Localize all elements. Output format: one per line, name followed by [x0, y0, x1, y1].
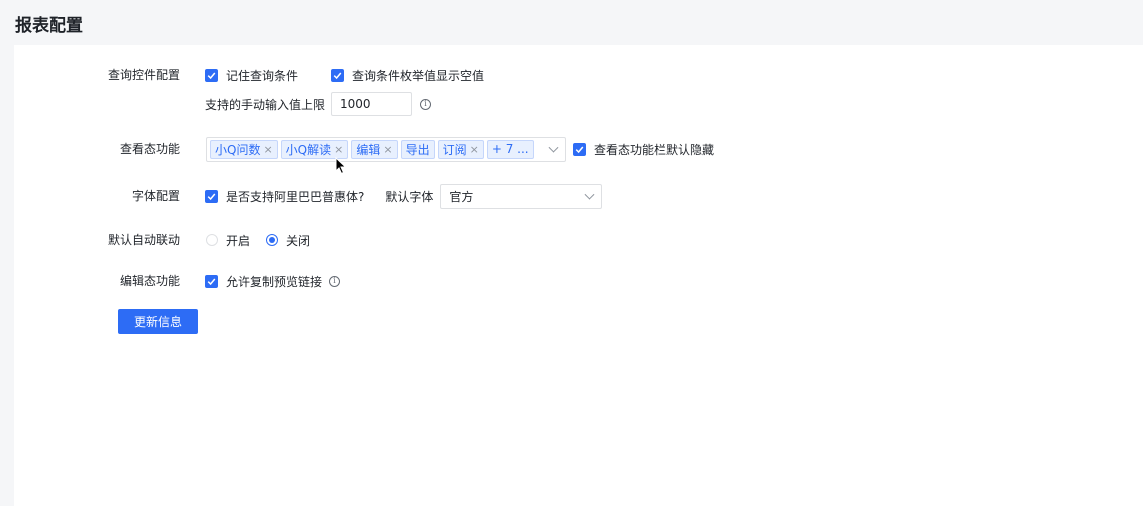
radio-unchecked-icon: [206, 234, 218, 246]
tag-close-icon[interactable]: ×: [263, 143, 272, 156]
empty-value-label: 查询条件枚举值显示空值: [352, 68, 485, 83]
auto-link-off-radio[interactable]: 关闭: [266, 232, 310, 249]
view-features-label: 查看态功能: [119, 142, 180, 156]
font-config-label: 字体配置: [131, 189, 180, 203]
query-control-label: 查询控件配置: [107, 68, 180, 82]
config-panel: [14, 45, 1143, 506]
tag-close-icon[interactable]: ×: [383, 143, 392, 156]
chevron-down-icon: [584, 189, 595, 200]
auto-link-label: 默认自动联动: [107, 233, 180, 247]
checkbox-checked-icon: [205, 274, 218, 288]
mouse-cursor-icon: [335, 157, 347, 175]
tag-xiaoq-wenshu[interactable]: 小Q问数 ×: [210, 139, 278, 159]
auto-link-off-label: 关闭: [286, 233, 311, 248]
chevron-down-icon[interactable]: [548, 142, 559, 153]
tag-subscribe[interactable]: 订阅 ×: [437, 139, 484, 159]
checkbox-checked-icon: [331, 68, 344, 82]
edit-features-label: 编辑态功能: [119, 274, 180, 288]
radio-checked-icon: [266, 234, 279, 246]
hide-default-checkbox[interactable]: 查看态功能栏默认隐藏: [573, 141, 714, 158]
page-title: 报表配置: [15, 16, 83, 36]
info-icon[interactable]: i: [420, 98, 432, 110]
default-font-label: 默认字体: [385, 189, 434, 204]
tag-export[interactable]: 导出: [400, 139, 435, 159]
manual-limit-label: 支持的手动输入值上限: [205, 97, 326, 112]
default-font-select[interactable]: 官方: [440, 183, 603, 209]
default-font-value: 官方: [449, 189, 474, 204]
tag-xiaoq-jiedu[interactable]: 小Q解读 ×: [280, 139, 349, 159]
tag-close-icon[interactable]: ×: [334, 143, 343, 156]
remember-query-label: 记住查询条件: [226, 68, 299, 83]
checkbox-checked-icon: [205, 189, 218, 203]
copy-link-label: 允许复制预览链接: [226, 274, 323, 289]
manual-limit-input[interactable]: [331, 92, 413, 116]
tag-edit[interactable]: 编辑 ×: [351, 139, 398, 159]
checkbox-checked-icon: [205, 68, 218, 82]
remember-query-checkbox[interactable]: 记住查询条件: [205, 67, 298, 84]
tag-more[interactable]: + 7 ...: [486, 139, 534, 159]
info-icon[interactable]: i: [329, 275, 341, 287]
alibaba-font-label: 是否支持阿里巴巴普惠体?: [226, 189, 365, 204]
alibaba-font-checkbox[interactable]: 是否支持阿里巴巴普惠体?: [205, 188, 364, 205]
tag-close-icon[interactable]: ×: [470, 143, 479, 156]
checkbox-checked-icon: [573, 142, 586, 156]
copy-link-checkbox[interactable]: 允许复制预览链接: [205, 273, 322, 290]
auto-link-on-radio[interactable]: 开启: [206, 232, 250, 249]
view-features-select[interactable]: 小Q问数 × 小Q解读 × 编辑 × 导出 订阅 × + 7 ...: [206, 136, 566, 162]
update-info-button[interactable]: 更新信息: [118, 309, 198, 334]
auto-link-on-label: 开启: [226, 233, 251, 248]
empty-value-checkbox[interactable]: 查询条件枚举值显示空值: [331, 67, 484, 84]
hide-default-label: 查看态功能栏默认隐藏: [594, 142, 715, 157]
